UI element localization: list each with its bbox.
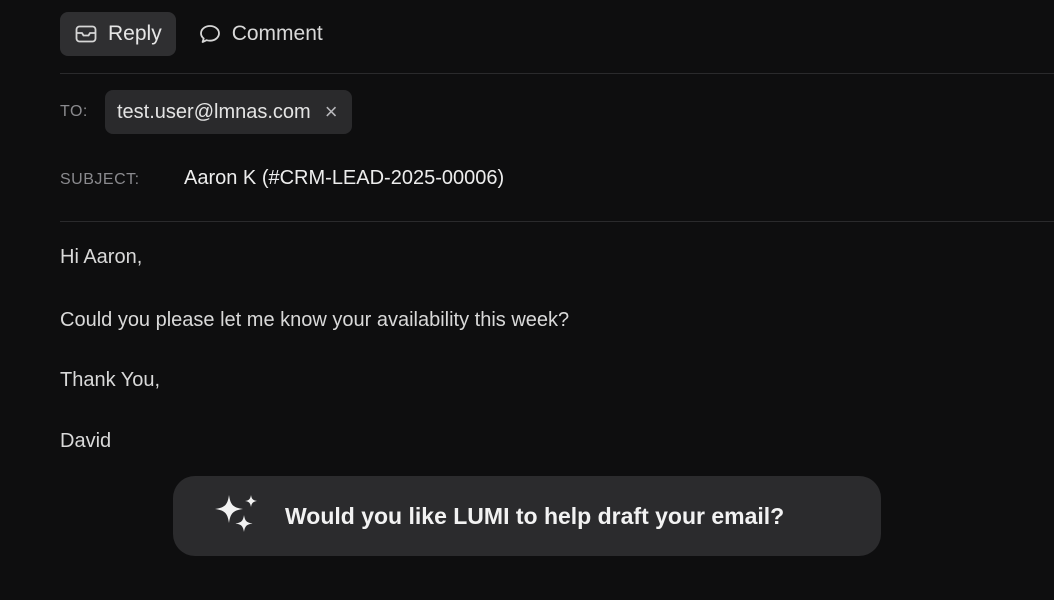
subject-divider <box>60 221 1054 222</box>
body-line: Thank You, <box>60 369 161 391</box>
sparkle-icon <box>211 493 259 540</box>
tab-comment[interactable]: Comment <box>184 12 337 56</box>
recipient-email: test.user@lmnas.com <box>117 100 311 123</box>
tab-reply-label: Reply <box>108 22 162 45</box>
recipient-chip[interactable]: test.user@lmnas.com × <box>105 90 352 134</box>
body-line: Could you please let me know your availa… <box>60 309 570 331</box>
tab-comment-label: Comment <box>231 22 323 45</box>
close-icon[interactable]: × <box>325 101 338 123</box>
envelope-icon <box>74 22 98 46</box>
compose-mode-tabs: Reply Comment <box>60 12 337 56</box>
to-label: TO: <box>60 103 88 120</box>
subject-input[interactable]: Aaron K (#CRM-LEAD-2025-00006) <box>184 167 504 190</box>
body-line: David <box>60 430 112 452</box>
header-divider <box>60 73 1054 74</box>
lumi-draft-prompt[interactable]: Would you like LUMI to help draft your e… <box>173 476 881 556</box>
lumi-prompt-text: Would you like LUMI to help draft your e… <box>285 502 785 529</box>
body-line: Hi Aaron, <box>60 246 143 268</box>
speech-bubble-icon <box>198 22 222 46</box>
subject-label: SUBJECT: <box>60 171 140 188</box>
tab-reply[interactable]: Reply <box>60 12 176 56</box>
